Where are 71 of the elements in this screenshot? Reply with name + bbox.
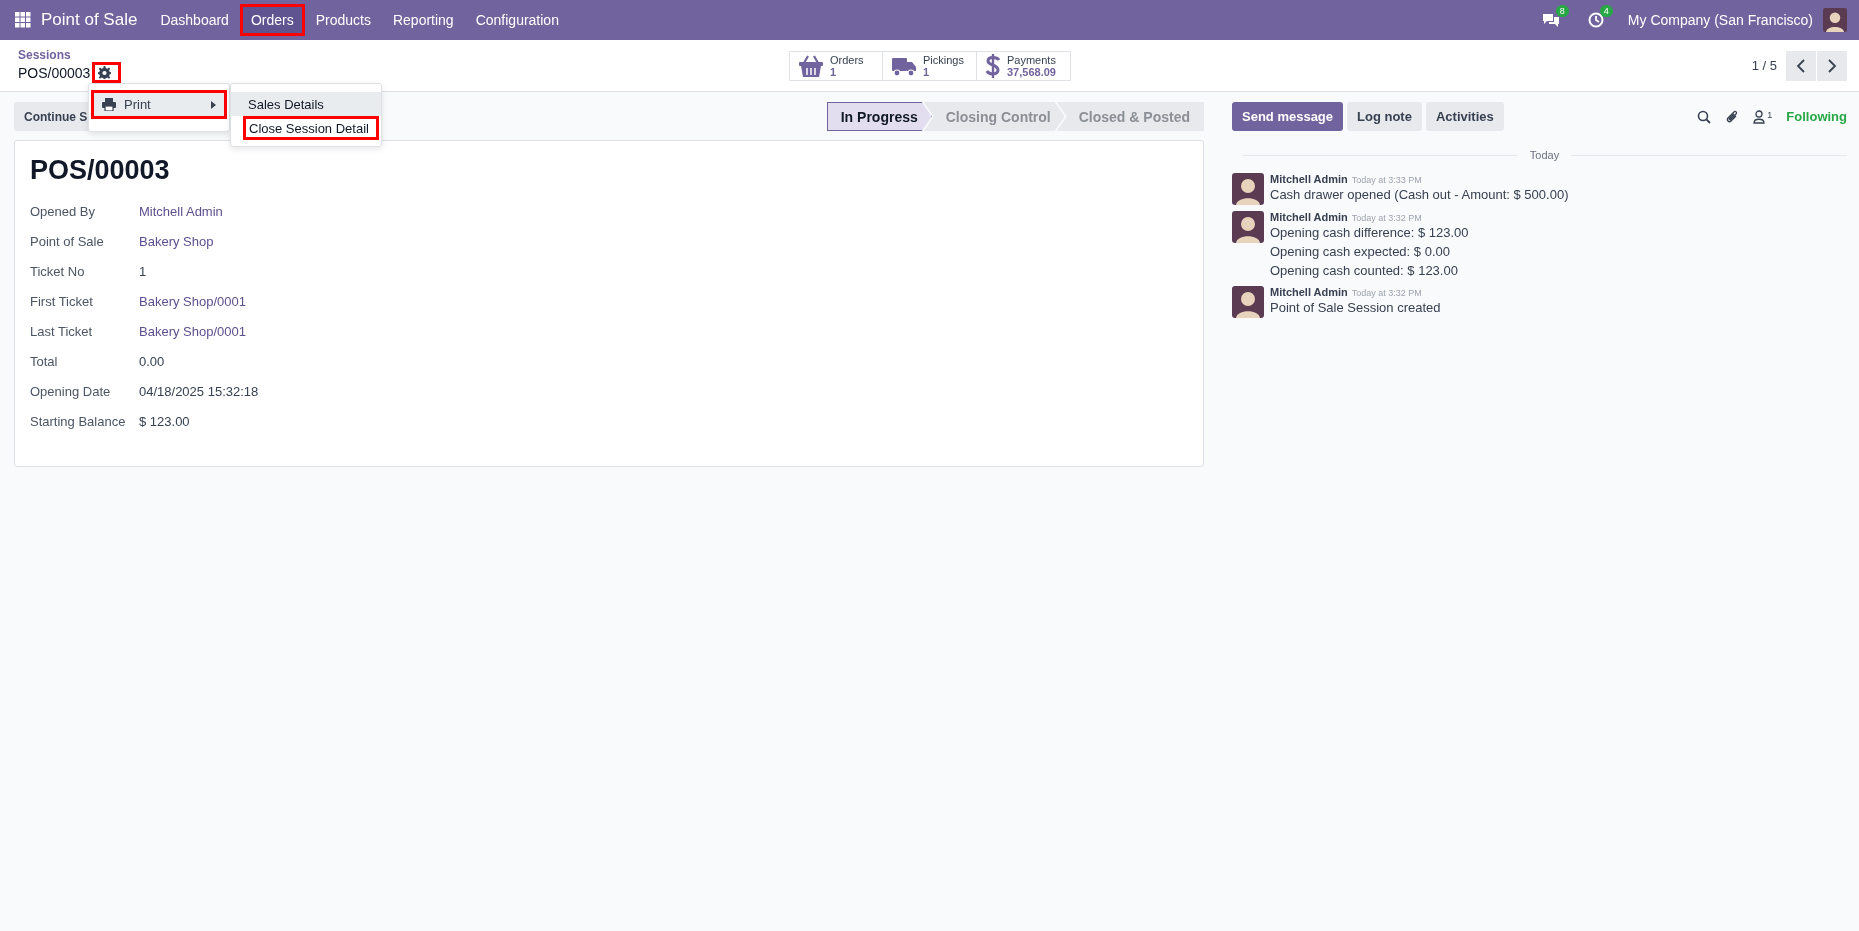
previous-button[interactable] <box>1786 50 1816 81</box>
notification-badge: 8 <box>1555 5 1569 17</box>
field-label: Ticket No <box>30 262 86 281</box>
smart-button[interactable]: Pickings 1 <box>883 50 977 81</box>
field-value: 1 <box>139 262 147 281</box>
submenu-item[interactable]: Sales Details <box>231 92 381 116</box>
field-link[interactable]: Bakery Shop <box>139 226 214 256</box>
breadcrumb-link[interactable]: Sessions <box>18 48 789 62</box>
field-link[interactable]: Mitchell Admin <box>139 196 223 226</box>
field-label: Starting Balance <box>30 412 127 431</box>
submenu-item[interactable]: Close Session Detail <box>243 116 379 140</box>
menu-item[interactable]: Reporting <box>381 4 465 36</box>
field-label: Last Ticket <box>30 322 94 341</box>
message-author: Mitchell Admin <box>1270 173 1348 185</box>
message-text: Opening cash expected: $ 0.00 <box>1270 243 1451 261</box>
follower-count: 1 <box>1767 109 1773 120</box>
message-text: Point of Sale Session created <box>1270 299 1441 317</box>
apps-menu-icon[interactable] <box>15 12 31 28</box>
chevron-right-icon <box>1827 58 1837 73</box>
chatter-button[interactable]: Send message <box>1232 102 1344 131</box>
person-icon[interactable] <box>1753 109 1766 124</box>
field-label: First Ticket <box>30 292 94 311</box>
field-value: $ 123.00 <box>139 412 190 431</box>
chevron-left-icon <box>1796 58 1806 73</box>
field-value: 04/18/2025 15:32:18 <box>139 382 259 401</box>
message-time: Today at 3:32 PM <box>1351 213 1422 223</box>
dollar-icon <box>985 52 1001 79</box>
smart-button[interactable]: Orders 1 <box>789 50 883 81</box>
field-link[interactable]: Bakery Shop/0001 <box>139 316 246 346</box>
message-time: Today at 3:32 PM <box>1351 288 1422 298</box>
message-text: Opening cash difference: $ 123.00 <box>1270 224 1469 242</box>
menu-item[interactable]: Orders <box>239 4 305 36</box>
field-label: Opening Date <box>30 382 112 401</box>
date-separator: Today <box>1529 149 1560 161</box>
message-author: Mitchell Admin <box>1270 286 1348 298</box>
notification-badge: 4 <box>1599 5 1613 17</box>
status-stage[interactable]: In Progress <box>826 102 932 131</box>
message-text: Opening cash counted: $ 123.00 <box>1270 262 1459 280</box>
field-label: Total <box>30 352 59 371</box>
menu-item[interactable]: Dashboard <box>149 4 240 36</box>
field-link[interactable]: Bakery Shop/0001 <box>139 286 246 316</box>
chatter-button[interactable]: Activities <box>1425 102 1504 131</box>
basket-icon <box>798 53 824 78</box>
next-button[interactable] <box>1817 50 1847 81</box>
menu-item[interactable]: Configuration <box>464 4 570 36</box>
chat-icon[interactable] <box>1541 12 1560 28</box>
pager-counter[interactable]: 1 / 5 <box>1751 58 1777 73</box>
smart-button[interactable]: Payments 37,568.09 <box>977 50 1071 81</box>
message-text: Cash drawer opened (Cash out - Amount: $ 500.00) <box>1270 186 1569 204</box>
menu-item[interactable]: Products <box>304 4 382 36</box>
field-label: Opened By <box>30 202 97 221</box>
author-avatar <box>1232 286 1264 318</box>
author-avatar <box>1232 173 1264 205</box>
paperclip-icon[interactable] <box>1725 109 1740 124</box>
record-name: POS/00003 <box>18 64 91 81</box>
message-time: Today at 3:33 PM <box>1351 175 1422 185</box>
printer-icon <box>102 98 116 111</box>
caret-icon <box>211 100 216 109</box>
user-avatar <box>1823 8 1847 32</box>
clock-icon[interactable] <box>1587 12 1604 28</box>
search-icon[interactable] <box>1697 109 1712 124</box>
field-value: 0.00 <box>139 352 165 371</box>
message-author: Mitchell Admin <box>1270 211 1348 223</box>
app-name[interactable]: Point of Sale <box>41 10 138 30</box>
field-label: Point of Sale <box>30 232 105 251</box>
company-switcher[interactable]: My Company (San Francisco) <box>1627 12 1813 28</box>
author-avatar <box>1232 211 1264 243</box>
print-menu-item[interactable]: Print <box>91 90 227 119</box>
gear-icon <box>98 66 112 79</box>
record-title: POS/00003 <box>30 155 171 186</box>
chatter-button[interactable]: Log note <box>1347 102 1422 131</box>
